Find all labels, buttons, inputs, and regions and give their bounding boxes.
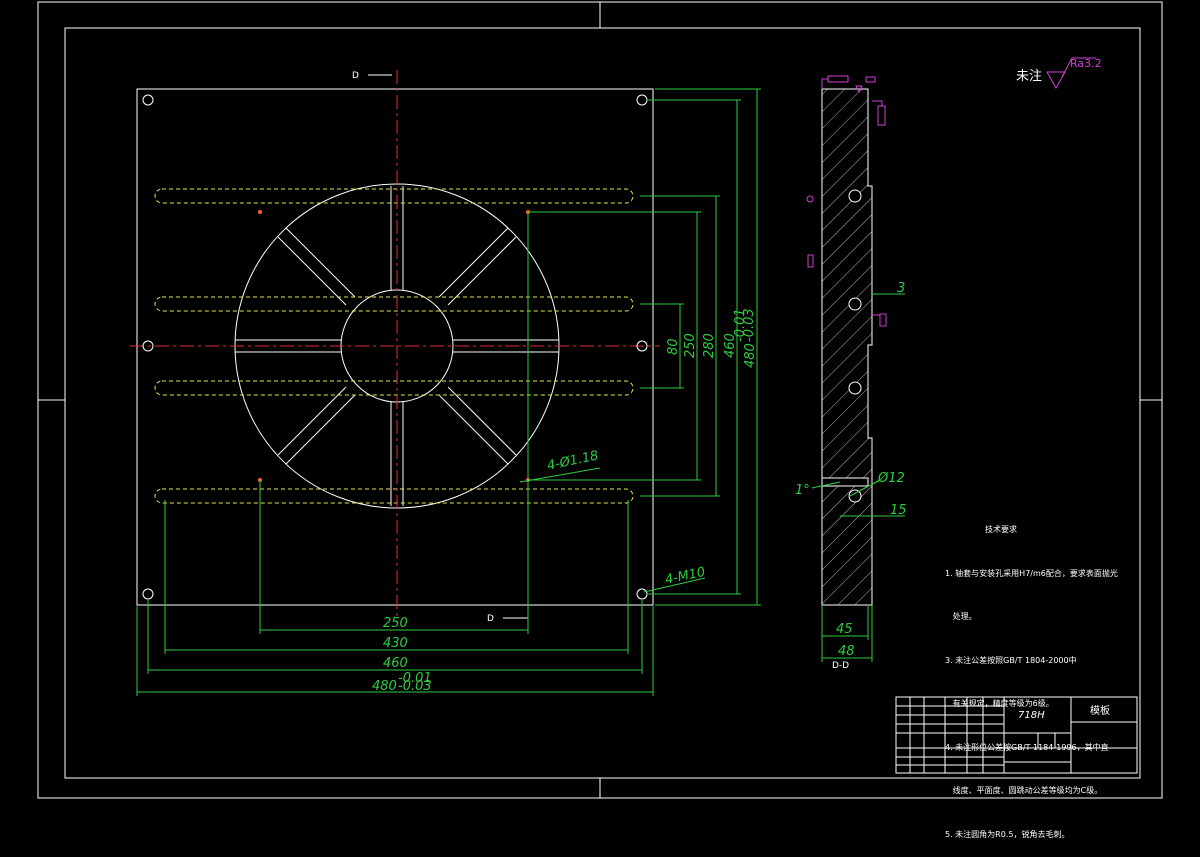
section-mark-top: D [352, 71, 359, 81]
plate-outline [136, 88, 654, 606]
technical-requirements: 技术要求 1. 轴套与安装孔采用H7/m6配合，要求表面抛光 处理。 3. 未注… [945, 494, 1118, 857]
dim-side-3: 3 [897, 281, 905, 296]
tech-req-item: 1. 轴套与安装孔采用H7/m6配合，要求表面抛光 [945, 568, 1118, 578]
corner-holes [142, 94, 648, 600]
tech-req-title: 技术要求 [985, 525, 1017, 534]
dim-side-angle: 1° [795, 483, 810, 498]
front-view [130, 70, 660, 620]
dim-h-460: 460 [383, 656, 408, 671]
section-mark-bottom: D [487, 614, 494, 624]
tech-req-item: 线度、平面度、圆跳动公差等级均为C级。 [945, 786, 1103, 795]
dim-v-480: 480 [743, 343, 758, 368]
dim-side-15: 15 [890, 503, 907, 518]
dim-h-430: 430 [383, 636, 408, 651]
tech-req-item: 处理。 [945, 612, 977, 621]
tech-req-item: 有关规定，精度等级为6级。 [945, 699, 1054, 708]
dim-side-48: 48 [838, 644, 855, 659]
dim-h-480-tol-lower: -0.03 [398, 679, 432, 694]
callout-pin-holes: 4-Ø1.18 [546, 448, 600, 474]
dim-v-280: 280 [702, 333, 717, 358]
tech-req-item: 3. 未注公差按照GB/T 1804-2000中 [945, 655, 1077, 665]
dim-side-dia12: Ø12 [877, 471, 905, 486]
dim-side-45: 45 [836, 622, 853, 637]
section-label: D-D [832, 661, 849, 671]
dim-v-80: 80 [666, 338, 681, 355]
roughness-label: 未注 [1016, 69, 1042, 84]
callout-threads: 4-M10 [664, 565, 707, 588]
dim-v-250: 250 [683, 333, 698, 358]
dim-h-250: 250 [383, 616, 408, 631]
dim-v-480-tol-lower: -0.03 [742, 308, 757, 342]
section-view [821, 88, 873, 606]
roughness-value: Ra3.2 [1070, 57, 1102, 70]
dim-h-480: 480 [372, 679, 397, 694]
tech-req-item: 4. 未注形位公差按GB/T 1184-1996，其中直 [945, 742, 1109, 752]
tech-req-item: 5. 未注圆角为R0.5，锐角去毛刺。 [945, 829, 1070, 839]
